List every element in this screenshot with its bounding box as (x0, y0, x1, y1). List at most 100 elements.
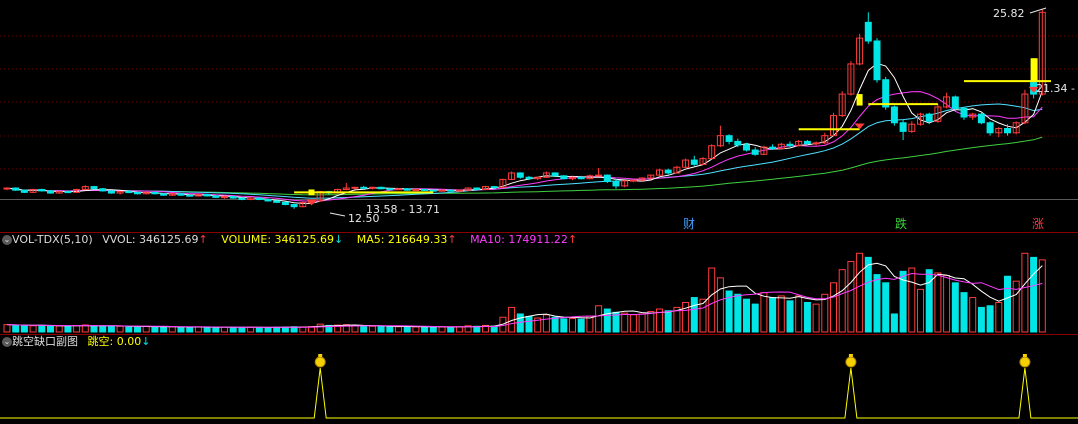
candle-body[interactable] (743, 144, 750, 151)
candle-body[interactable] (421, 188, 429, 191)
vol-indicator-title[interactable]: VOL-TDX(5,10) (12, 233, 93, 246)
candle[interactable] (377, 186, 385, 190)
candle[interactable] (107, 190, 115, 194)
volume-bar[interactable] (847, 260, 855, 333)
candle[interactable] (342, 183, 350, 191)
candle-body[interactable] (664, 169, 672, 174)
candle-body[interactable] (882, 79, 890, 108)
chevron-down-icon[interactable]: ⌄ (2, 235, 12, 245)
candle[interactable] (856, 33, 864, 66)
candle-body[interactable] (264, 199, 272, 202)
candle-body[interactable] (125, 191, 133, 194)
volume-bar[interactable] (168, 326, 176, 333)
candle[interactable] (221, 195, 228, 199)
volume-bar[interactable] (664, 310, 672, 333)
candle-body[interactable] (951, 96, 959, 109)
candle-body[interactable] (603, 174, 611, 183)
volume-panel[interactable] (3, 252, 1046, 333)
candle[interactable] (38, 188, 46, 192)
candle-body[interactable] (290, 204, 298, 208)
volume-bar[interactable] (812, 303, 820, 333)
volume-bar[interactable] (273, 326, 281, 333)
marker-cai[interactable]: 财 (683, 217, 695, 231)
candle-body[interactable] (734, 140, 742, 146)
candle-body[interactable] (890, 106, 898, 124)
volume-bar[interactable] (603, 308, 611, 333)
candle-body[interactable] (368, 186, 376, 189)
candle-body[interactable] (47, 190, 54, 194)
candle-body[interactable] (99, 188, 107, 192)
volume-bar[interactable] (977, 306, 985, 333)
candle[interactable] (238, 197, 246, 201)
candle[interactable] (290, 203, 298, 209)
candle-body[interactable] (551, 172, 559, 177)
volume-bar[interactable] (995, 301, 1003, 333)
candle[interactable] (473, 187, 481, 191)
candle-body[interactable] (447, 189, 455, 192)
volume-bar[interactable] (760, 292, 768, 333)
volume-bar[interactable] (247, 326, 255, 333)
candle[interactable] (55, 190, 63, 194)
candle[interactable] (534, 176, 542, 181)
volume-bar[interactable] (107, 325, 115, 333)
volume-bar[interactable] (73, 325, 81, 333)
volume-bar[interactable] (99, 325, 107, 333)
volume-bar[interactable] (986, 305, 994, 333)
volume-bar[interactable] (525, 315, 533, 333)
volume-bar[interactable] (969, 297, 977, 333)
candle-body[interactable] (864, 21, 872, 42)
volume-bar[interactable] (351, 325, 359, 333)
volume-bar[interactable] (551, 316, 559, 333)
candle[interactable] (3, 187, 11, 191)
volume-bar[interactable] (368, 325, 376, 333)
candle-body[interactable] (160, 193, 168, 196)
volume-bar[interactable] (264, 327, 272, 333)
candle-body[interactable] (560, 175, 568, 180)
candle-body[interactable] (873, 40, 881, 81)
candle-body[interactable] (429, 189, 437, 192)
chart-canvas[interactable]: 25.82 12.50 13.58 - 13.71 21.34 - 2 财 跌 … (0, 0, 1078, 421)
candle[interactable] (421, 188, 429, 191)
candle[interactable] (690, 155, 698, 166)
volume-bar[interactable] (908, 267, 916, 333)
volume-bar[interactable] (734, 293, 742, 333)
candle[interactable] (90, 185, 98, 190)
candle[interactable] (212, 195, 220, 199)
candle-body[interactable] (134, 191, 141, 195)
volume-bar[interactable] (186, 326, 194, 333)
candle-body[interactable] (977, 113, 985, 124)
volume-bar[interactable] (638, 313, 646, 333)
volume-bar[interactable] (856, 252, 864, 333)
candle[interactable] (403, 188, 411, 191)
candle[interactable] (229, 195, 237, 199)
candle[interactable] (751, 147, 759, 156)
candle-body[interactable] (812, 142, 820, 145)
candle[interactable] (673, 165, 681, 174)
volume-bar[interactable] (38, 324, 46, 333)
candle-body[interactable] (751, 149, 759, 155)
volume-bar[interactable] (595, 305, 603, 333)
volume-bar[interactable] (421, 326, 429, 333)
candle-body[interactable] (403, 188, 411, 191)
candle-body[interactable] (395, 188, 402, 191)
volume-bar[interactable] (194, 326, 202, 333)
candle-body[interactable] (629, 179, 637, 182)
candle[interactable] (281, 201, 289, 206)
volume-bar[interactable] (151, 326, 159, 333)
candle[interactable] (699, 157, 707, 166)
candle[interactable] (116, 190, 124, 195)
candle-body[interactable] (90, 186, 98, 190)
volume-bar[interactable] (3, 324, 11, 333)
volume-bar[interactable] (577, 318, 585, 333)
candle-body[interactable] (360, 186, 368, 189)
gap-indicator-title[interactable]: 跳空缺口副图 (12, 335, 78, 348)
volume-bar[interactable] (455, 326, 463, 333)
candle[interactable] (12, 187, 20, 191)
candle[interactable] (203, 193, 211, 197)
candle-body[interactable] (229, 196, 237, 199)
candle-body[interactable] (986, 122, 994, 134)
candle[interactable] (255, 197, 263, 201)
volume-bar[interactable] (142, 325, 150, 333)
candle[interactable] (429, 189, 437, 192)
chevron-down-icon[interactable]: ⌄ (2, 337, 12, 347)
